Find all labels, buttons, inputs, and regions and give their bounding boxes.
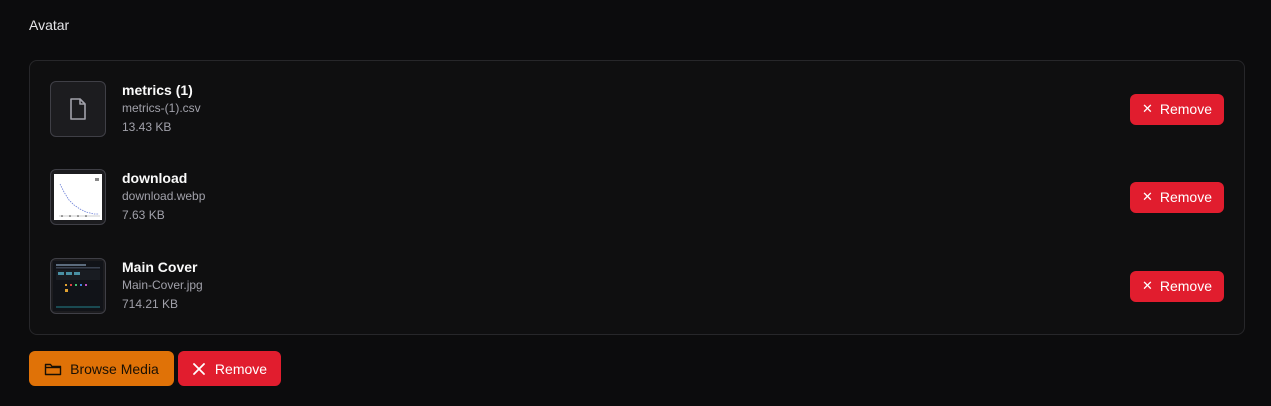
remove-label: Remove bbox=[1159, 189, 1213, 205]
file-item: Main Cover Main-Cover.jpg 714.21 KB ✕ Re… bbox=[50, 258, 1224, 314]
file-icon bbox=[70, 98, 86, 120]
file-size: 7.63 KB bbox=[122, 208, 165, 222]
footer-actions: Browse Media Remove bbox=[29, 351, 281, 386]
browse-media-button[interactable]: Browse Media bbox=[29, 351, 174, 386]
remove-label: Remove bbox=[1159, 278, 1213, 294]
remove-all-button[interactable]: Remove bbox=[178, 351, 281, 386]
file-title: metrics (1) bbox=[122, 82, 193, 98]
file-title: download bbox=[122, 170, 188, 186]
file-name: Main-Cover.jpg bbox=[122, 278, 203, 292]
remove-file-button[interactable]: ✕ Remove bbox=[1130, 181, 1224, 213]
remove-label: Remove bbox=[1159, 101, 1213, 117]
file-thumbnail bbox=[50, 81, 106, 137]
close-icon: ✕ bbox=[1141, 189, 1153, 204]
file-title: Main Cover bbox=[122, 259, 198, 275]
file-info: download download.webp 7.63 KB bbox=[122, 169, 1130, 225]
file-name: download.webp bbox=[122, 189, 206, 203]
browse-label: Browse Media bbox=[70, 360, 159, 377]
dashboard-preview-image bbox=[53, 261, 103, 311]
remove-all-label: Remove bbox=[214, 360, 268, 377]
file-size: 714.21 KB bbox=[122, 297, 179, 311]
folder-icon bbox=[44, 363, 62, 375]
close-icon: ✕ bbox=[1141, 278, 1153, 293]
file-item: metrics (1) metrics-(1).csv 13.43 KB ✕ R… bbox=[50, 81, 1224, 137]
chart-preview-image bbox=[54, 174, 102, 220]
close-icon bbox=[193, 362, 205, 375]
file-info: Main Cover Main-Cover.jpg 714.21 KB bbox=[122, 258, 1130, 314]
file-size: 13.43 KB bbox=[122, 120, 172, 134]
field-label: Avatar bbox=[29, 17, 70, 33]
file-thumbnail bbox=[50, 258, 106, 314]
file-info: metrics (1) metrics-(1).csv 13.43 KB bbox=[122, 81, 1130, 137]
file-list: metrics (1) metrics-(1).csv 13.43 KB ✕ R… bbox=[29, 60, 1245, 335]
file-item: download download.webp 7.63 KB ✕ Remove bbox=[50, 169, 1224, 225]
remove-file-button[interactable]: ✕ Remove bbox=[1130, 270, 1224, 302]
file-thumbnail bbox=[50, 169, 106, 225]
file-name: metrics-(1).csv bbox=[122, 101, 201, 115]
remove-file-button[interactable]: ✕ Remove bbox=[1130, 93, 1224, 125]
close-icon: ✕ bbox=[1141, 101, 1153, 116]
